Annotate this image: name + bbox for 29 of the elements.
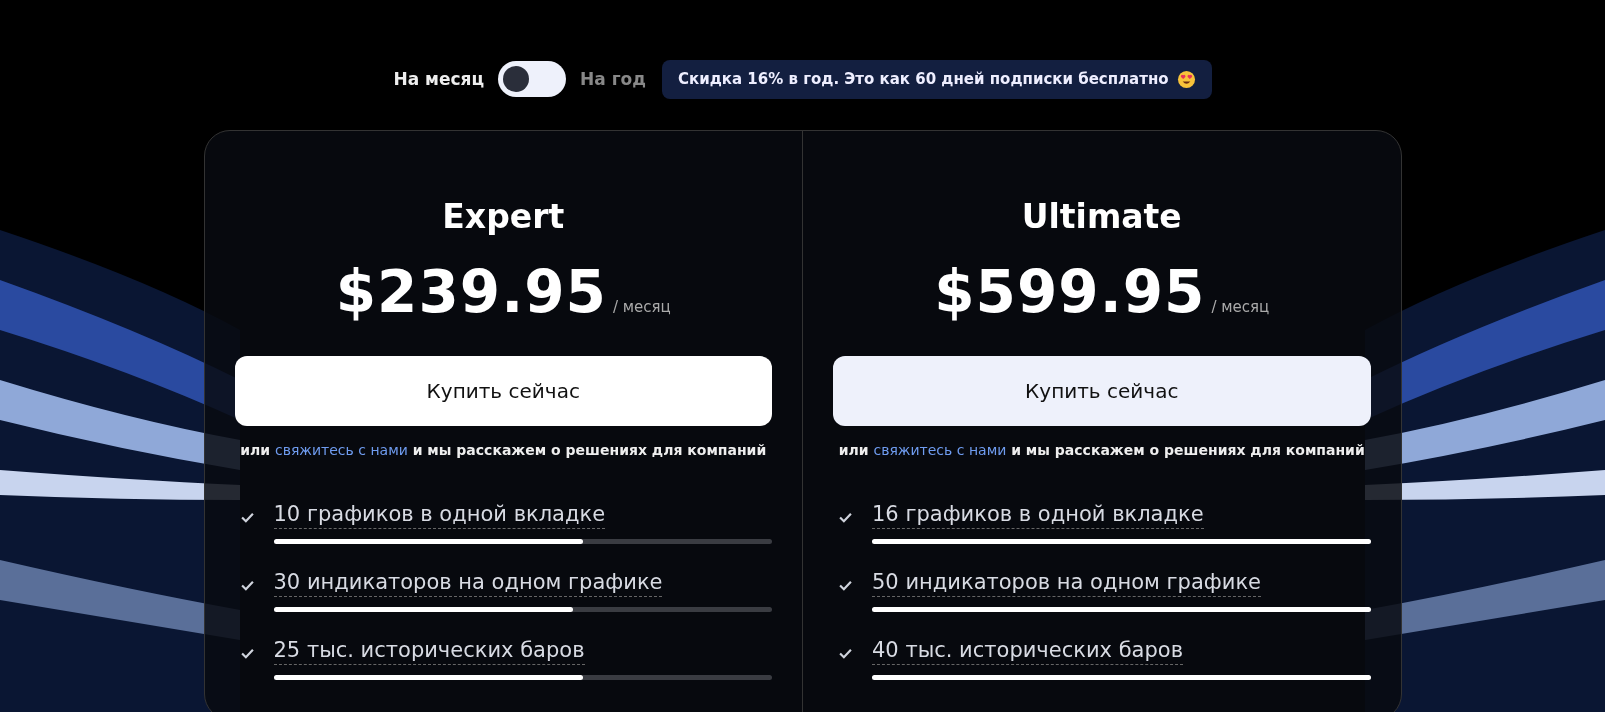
feature-label: 40 тыс. исторических баров [872,638,1184,665]
period-option[interactable]: На месяц [393,69,485,89]
check-icon [240,648,254,659]
check-icon [240,512,254,523]
check-icon [839,512,852,523]
billing-switch[interactable] [498,61,567,97]
feature-label: 50 индикаторов на одном графике [872,570,1261,597]
plan-name: Ultimate [1021,197,1182,236]
feature-label: 16 графиков в одной вкладке [872,502,1204,529]
price-period: / месяц [1211,298,1270,316]
contact-note: или свяжитесь с нами и мы расскажем о решениях для компаний [838,442,1365,458]
feature-label: 25 тыс. исторических баров [273,638,585,665]
contact-link[interactable]: свяжитесь с нами [873,442,1007,458]
check-icon [839,648,852,659]
buy-now-button[interactable]: Купить сейчас [833,356,1371,426]
contact-note: или свяжитесь с нами и мы расскажем о решениях для компаний [240,442,767,458]
period-option[interactable]: На год [580,69,646,89]
price-period: / месяц [612,298,671,316]
buy-now-button[interactable]: Купить сейчас [234,356,772,426]
contact-link[interactable]: свяжитесь с нами [275,442,408,458]
check-icon [839,580,852,591]
check-icon [240,580,254,591]
discount-text: Скидка 16% в год. Это как 60 дней подписки бесплатно [677,70,1169,88]
plan-price: $239.95 [335,258,607,326]
plan-name: Expert [442,197,565,236]
emoji-icon [1176,69,1196,89]
feature-label: 30 индикаторов на одном графике [273,570,663,597]
plan-price: $599.95 [934,258,1206,326]
feature-label: 10 графиков в одной вкладке [273,502,606,529]
